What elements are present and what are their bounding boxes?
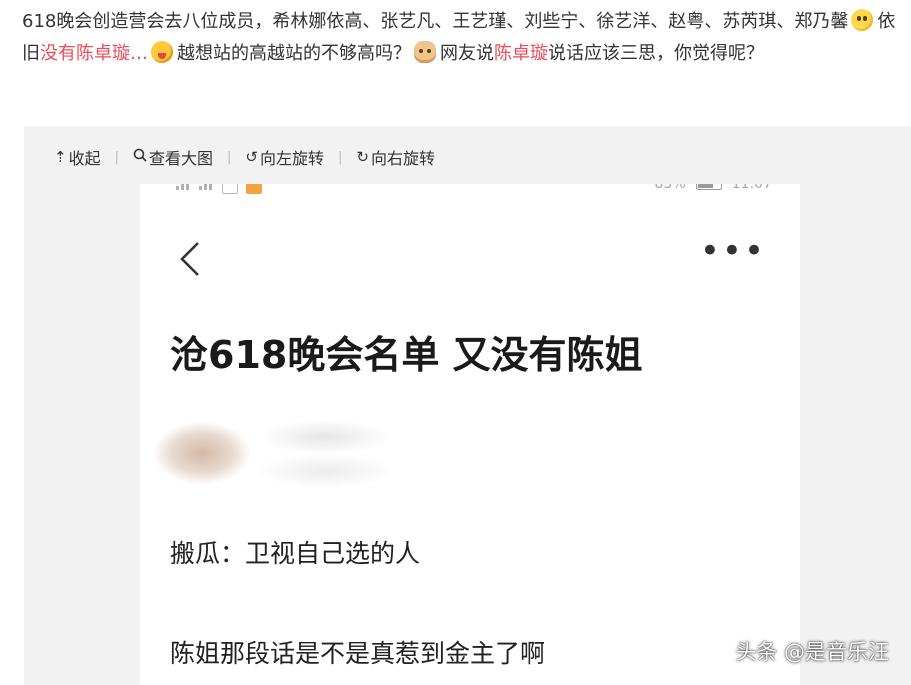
phone-screenshot[interactable]: 83% 11:07 ••• 沧618晚会名单 又没有陈姐 搬瓜：卫视自己选的人 … <box>140 184 800 685</box>
blurred-meta <box>256 454 396 488</box>
toolbar-separator: | <box>114 149 119 165</box>
post-text-segment: 越想站的高越站的不够高吗？ <box>177 43 411 64</box>
rotate-left-icon: ↺ <box>245 148 258 166</box>
highlight-text[interactable]: 没有陈卓璇… <box>40 43 148 64</box>
yum-face-icon <box>151 41 173 63</box>
status-time: 11:07 <box>731 184 772 192</box>
cat-face-icon <box>414 41 436 63</box>
toolbar-separator: | <box>337 149 343 165</box>
article-line: 陈姐那段话是不是真惹到金主了啊 <box>170 639 546 668</box>
battery-icon <box>695 184 722 190</box>
post-text-segment: 网友说 <box>440 43 494 64</box>
rotate-right-label: 向右旋转 <box>370 149 435 168</box>
signal-icon <box>199 184 214 194</box>
rotate-left-label: 向左旋转 <box>259 149 324 168</box>
image-gallery: ⇡ 收起 | 查看大图 | ↺ 向左旋转 | ↻ 向右旋转 83% 11:07 … <box>24 126 911 685</box>
image-toolbar: ⇡ 收起 | 查看大图 | ↺ 向左旋转 | ↻ 向右旋转 <box>54 146 435 168</box>
highlight-text[interactable]: 陈卓璇 <box>494 43 548 64</box>
thinking-face-icon <box>851 9 874 31</box>
watermark: 头条 @是音乐汪 <box>735 640 889 664</box>
status-left-icons <box>176 184 262 194</box>
notification-icon <box>222 184 238 194</box>
back-chevron-icon <box>178 240 202 276</box>
post-text-segment: 说话应该三思，你觉得呢？ <box>548 43 764 64</box>
status-right: 83% 11:07 <box>655 184 772 192</box>
blurred-avatar <box>154 422 250 484</box>
magnifier-icon <box>133 148 147 166</box>
collapse-button[interactable]: ⇡ 收起 <box>54 145 101 169</box>
toolbar-separator: | <box>227 149 232 165</box>
collapse-up-icon: ⇡ <box>54 148 67 166</box>
battery-percent: 83% <box>654 184 686 192</box>
view-large-label: 查看大图 <box>148 149 213 168</box>
more-options-icon: ••• <box>699 231 766 271</box>
signal-icon <box>176 184 191 194</box>
rotate-left-button[interactable]: ↺ 向左旋转 <box>245 145 324 169</box>
article-line: 搬瓜：卫视自己选的人 <box>170 539 421 568</box>
blurred-username <box>260 420 390 454</box>
collapse-label: 收起 <box>68 149 101 168</box>
post-text-segment: 618晚会创造营会去八位成员，希林娜依高、张艺凡、王艺瑾、刘些宁、徐艺洋、赵粤、… <box>22 11 849 32</box>
article-title: 沧618晚会名单 又没有陈姐 <box>170 333 643 377</box>
rotate-right-icon: ↻ <box>356 148 369 166</box>
phone-status-bar: 83% 11:07 <box>140 184 800 194</box>
rotate-right-button[interactable]: ↻ 向右旋转 <box>356 145 435 169</box>
view-large-button[interactable]: 查看大图 <box>133 145 213 169</box>
app-notification-icon <box>246 184 262 194</box>
post-text: 618晚会创造营会去八位成员，希林娜依高、张艺凡、王艺瑾、刘些宁、徐艺洋、赵粤、… <box>22 6 902 70</box>
